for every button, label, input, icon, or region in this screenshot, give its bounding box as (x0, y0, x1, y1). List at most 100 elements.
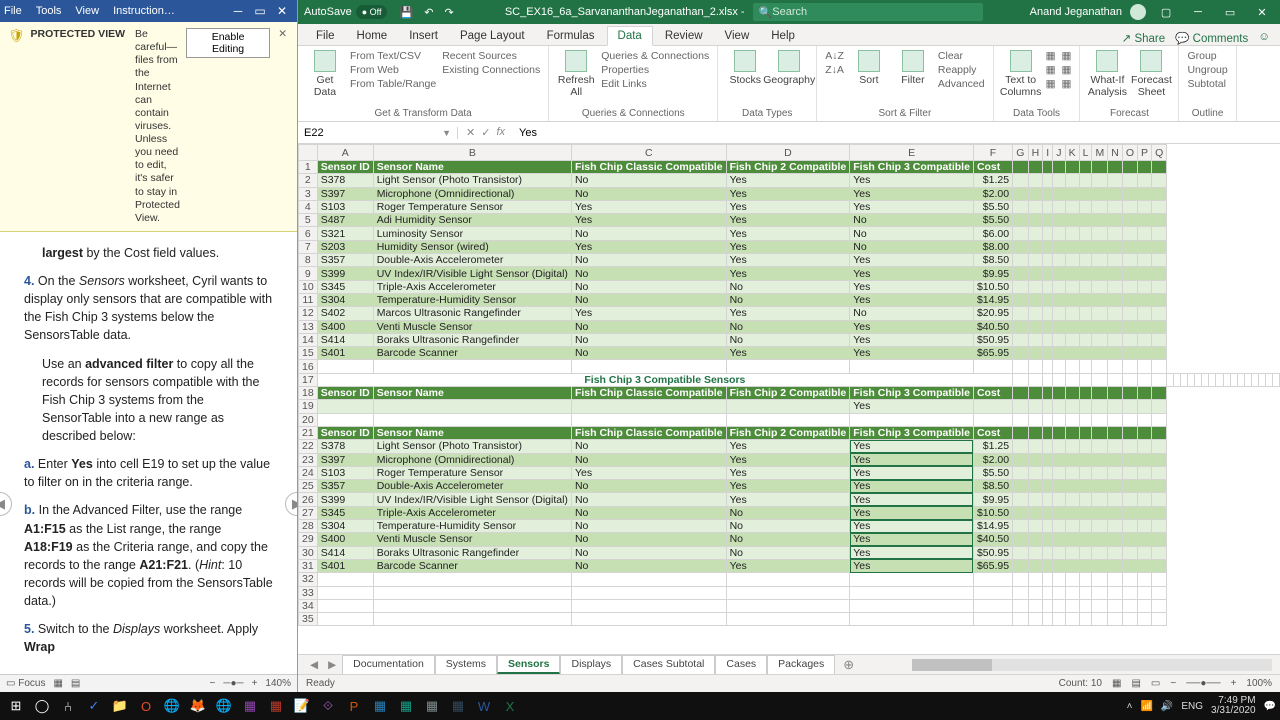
share-button[interactable]: ↗ Share (1122, 31, 1166, 45)
tab-formulas[interactable]: Formulas (537, 27, 605, 45)
word-tab-tools[interactable]: Tools (36, 5, 62, 17)
protected-close-icon[interactable]: ✕ (276, 28, 289, 40)
sheet-tab-packages[interactable]: Packages (767, 655, 835, 674)
dt-icon[interactable]: ▦ (1062, 64, 1072, 76)
zoom-slider[interactable]: ─●─ (223, 678, 243, 689)
from-web[interactable]: From Web (350, 64, 436, 76)
cancel-icon[interactable]: ✕ (466, 126, 475, 139)
zoom-out-icon[interactable]: − (1170, 678, 1176, 689)
whatif-button[interactable]: What-If Analysis (1088, 50, 1126, 98)
tray-volume-icon[interactable]: 🔊 (1161, 701, 1173, 712)
word-tab-view[interactable]: View (75, 5, 99, 17)
tab-home[interactable]: Home (347, 27, 398, 45)
clear-button[interactable]: Clear (938, 50, 985, 62)
sheet-tab-systems[interactable]: Systems (435, 655, 497, 674)
comments-button[interactable]: 💬 Comments (1175, 31, 1248, 45)
word-tab-file[interactable]: File (4, 5, 22, 17)
sort-button[interactable]: Sort (850, 50, 888, 86)
excel-min-icon[interactable]: ─ (1186, 6, 1210, 18)
save-icon[interactable]: 💾 (395, 7, 417, 19)
view-pagebreak-icon[interactable]: ▭ (1151, 678, 1160, 689)
tray-notifications-icon[interactable]: 💬 (1264, 701, 1276, 712)
taskbar-app-icon[interactable]: ▦ (394, 695, 418, 717)
taskbar-app-icon[interactable]: X (498, 695, 522, 717)
user-name[interactable]: Anand Jeganathan (1030, 6, 1122, 18)
advanced-button[interactable]: Advanced (938, 78, 985, 90)
formula-bar[interactable]: Yes (513, 127, 1280, 139)
taskbar-app-icon[interactable]: ⊞ (4, 695, 28, 717)
taskbar-app-icon[interactable]: P (342, 695, 366, 717)
autosave-toggle[interactable]: AutoSave● Off (304, 5, 387, 19)
tab-insert[interactable]: Insert (399, 27, 448, 45)
zoom-slider[interactable]: ──●── (1186, 678, 1220, 689)
sheet-tab-cases[interactable]: Cases (715, 655, 767, 674)
tab-view[interactable]: View (715, 27, 760, 45)
undo-icon[interactable]: ↶ (420, 7, 437, 19)
zoom-value[interactable]: 140% (265, 678, 291, 689)
word-tab-instruction[interactable]: Instruction… (113, 5, 175, 17)
recent-sources[interactable]: Recent Sources (442, 50, 540, 62)
taskbar-app-icon[interactable]: O (134, 695, 158, 717)
excel-max-icon[interactable]: ▭ (1218, 6, 1242, 19)
from-table-range[interactable]: From Table/Range (350, 78, 436, 90)
taskbar-app-icon[interactable]: W (472, 695, 496, 717)
word-close-icon[interactable]: ✕ (271, 4, 293, 18)
dt-icon[interactable]: ▦ (1062, 78, 1072, 90)
taskbar-app-icon[interactable]: ✓ (82, 695, 106, 717)
taskbar-app-icon[interactable]: 🌐 (160, 695, 184, 717)
refresh-all-button[interactable]: Refresh All (557, 50, 595, 98)
search-input[interactable]: 🔍 Search (753, 3, 983, 21)
add-sheet-icon[interactable]: ⊕ (837, 657, 860, 673)
existing-connections[interactable]: Existing Connections (442, 64, 540, 76)
forecast-sheet-button[interactable]: Forecast Sheet (1132, 50, 1170, 98)
zoom-in-icon[interactable]: + (252, 678, 258, 689)
dt-icon[interactable]: ▦ (1046, 78, 1056, 90)
tab-file[interactable]: File (306, 27, 345, 45)
sheet-nav-prev-icon[interactable]: ◀ (306, 659, 322, 671)
taskbar-app-icon[interactable]: ⑃ (56, 695, 80, 717)
nav-next-icon[interactable]: ▶ (285, 492, 297, 516)
taskbar-app-icon[interactable]: ◯ (30, 695, 54, 717)
smiley-icon[interactable]: ☺ (1258, 31, 1270, 45)
fx-icon[interactable]: fx (496, 126, 505, 139)
redo-icon[interactable]: ↷ (441, 7, 458, 19)
view-normal-icon[interactable]: ▦ (1112, 678, 1121, 689)
geography-button[interactable]: Geography (770, 50, 808, 86)
tray-clock[interactable]: 7:49 PM3/31/2020 (1211, 696, 1256, 717)
sheet-tab-cases-subtotal[interactable]: Cases Subtotal (622, 655, 715, 674)
dt-icon[interactable]: ▦ (1046, 64, 1056, 76)
dt-icon[interactable]: ▦ (1046, 50, 1056, 62)
taskbar-app-icon[interactable]: 📁 (108, 695, 132, 717)
sheet-tab-documentation[interactable]: Documentation (342, 655, 435, 674)
tray-up-icon[interactable]: ˄ (1127, 701, 1133, 712)
stocks-button[interactable]: Stocks (726, 50, 764, 86)
reapply-button[interactable]: Reapply (938, 64, 985, 76)
sheet-tab-sensors[interactable]: Sensors (497, 655, 560, 674)
excel-close-icon[interactable]: ✕ (1250, 6, 1274, 19)
taskbar-app-icon[interactable]: ▦ (368, 695, 392, 717)
text-to-columns-button[interactable]: Text to Columns (1002, 50, 1040, 98)
enter-icon[interactable]: ✓ (481, 126, 490, 139)
tab-review[interactable]: Review (655, 27, 713, 45)
taskbar-app-icon[interactable]: ▦ (446, 695, 470, 717)
name-box[interactable]: E22▼ (298, 127, 458, 139)
edit-links[interactable]: Edit Links (601, 78, 709, 90)
zoom-out-icon[interactable]: − (210, 678, 216, 689)
queries-connections[interactable]: Queries & Connections (601, 50, 709, 62)
ungroup-button[interactable]: Ungroup (1187, 64, 1227, 76)
filter-button[interactable]: Filter (894, 50, 932, 86)
tray-wifi-icon[interactable]: 📶 (1140, 701, 1152, 712)
group-button[interactable]: Group (1187, 50, 1227, 62)
zoom-value[interactable]: 100% (1246, 678, 1272, 689)
avatar-icon[interactable] (1130, 4, 1146, 20)
get-data-button[interactable]: Get Data (306, 50, 344, 98)
taskbar-app-icon[interactable]: 🌐 (212, 695, 236, 717)
sort-az-icon[interactable]: A↓Z (825, 50, 844, 62)
nav-prev-icon[interactable]: ◀ (0, 492, 12, 516)
tab-data[interactable]: Data (607, 26, 653, 46)
zoom-in-icon[interactable]: + (1231, 678, 1237, 689)
view-icon[interactable]: ▦ (53, 678, 62, 689)
taskbar-app-icon[interactable]: 📝 (290, 695, 314, 717)
word-max-icon[interactable]: ▭ (249, 4, 271, 18)
taskbar-app-icon[interactable]: ▦ (264, 695, 288, 717)
